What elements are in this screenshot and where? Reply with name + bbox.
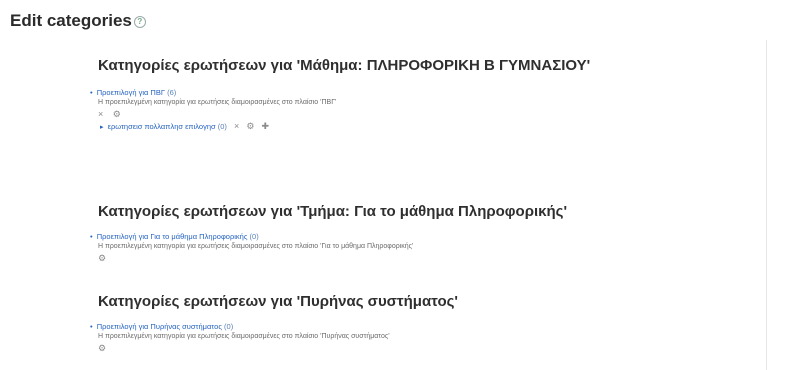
bullet-icon: •: [90, 232, 93, 241]
category-info: Η προεπιλεγμένη κατηγορία για ερωτήσεις …: [98, 99, 337, 106]
section-heading: Κατηγορίες ερωτήσεων για 'Μάθημα: ΠΛΗΡΟΦ…: [98, 57, 591, 74]
category-link[interactable]: Προεπιλογή για Πυρήνας συστήματος: [97, 322, 222, 331]
section-category: Κατηγορίες ερωτήσεων για 'Τμήμα: Για το …: [90, 198, 718, 264]
category-info: Η προεπιλεγμένη κατηγορία για ερωτήσεις …: [98, 333, 390, 340]
caret-icon: ▸: [100, 124, 104, 131]
add-icon[interactable]: ✚: [262, 121, 270, 131]
question-count: (0): [224, 322, 234, 331]
category-list: • Προεπιλογή για ΠΒΓ (6) Η προεπιλεγμένη…: [90, 88, 618, 134]
delete-icon[interactable]: ×: [234, 121, 239, 131]
help-icon[interactable]: ?: [133, 15, 146, 28]
section-system: Κατηγορίες ερωτήσεων για 'Πυρήνας συστήμ…: [90, 288, 718, 354]
category-actions: × ⚙: [98, 108, 618, 120]
question-count: (0): [249, 232, 259, 241]
category-item: • Προεπιλογή για Πυρήνας συστήματος (0): [90, 322, 718, 332]
category-info: Η προεπιλεγμένη κατηγορία για ερωτήσεις …: [98, 243, 414, 250]
section-heading: Κατηγορίες ερωτήσεων για 'Πυρήνας συστήμ…: [98, 293, 458, 310]
subcategory-link[interactable]: ερωτησεισ πολλαπλησ επιλογησ: [108, 122, 216, 131]
content-divider: [766, 40, 767, 370]
question-count: (6): [167, 88, 177, 97]
gear-icon[interactable]: ⚙: [246, 121, 254, 131]
page-title-text: Edit categories: [10, 11, 132, 30]
category-actions: ⚙: [98, 252, 718, 264]
question-count: (0): [217, 122, 227, 131]
delete-icon[interactable]: ×: [98, 109, 103, 119]
section-heading: Κατηγορίες ερωτήσεων για 'Τμήμα: Για το …: [98, 203, 568, 220]
category-link[interactable]: Προεπιλογή για Για το μάθημα Πληροφορική…: [97, 232, 248, 241]
bullet-icon: •: [90, 88, 93, 97]
subcategory-item: ▸ ερωτησεισ πολλαπλησ επιλογησ (0) × ⚙ ✚: [100, 120, 618, 134]
gear-icon[interactable]: ⚙: [98, 253, 106, 263]
category-item: • Προεπιλογή για Για το μάθημα Πληροφορι…: [90, 232, 718, 242]
page-title: Edit categories?: [10, 11, 146, 31]
category-link[interactable]: Προεπιλογή για ΠΒΓ: [97, 88, 165, 97]
category-list: • Προεπιλογή για Πυρήνας συστήματος (0) …: [90, 322, 718, 354]
category-item: • Προεπιλογή για ΠΒΓ (6): [90, 88, 618, 98]
category-actions: ⚙: [98, 342, 718, 354]
gear-icon[interactable]: ⚙: [113, 109, 121, 119]
category-list: • Προεπιλογή για Για το μάθημα Πληροφορι…: [90, 232, 718, 264]
bullet-icon: •: [90, 322, 93, 331]
section-course: Κατηγορίες ερωτήσεων για 'Μάθημα: ΠΛΗΡΟΦ…: [90, 52, 618, 134]
gear-icon[interactable]: ⚙: [98, 343, 106, 353]
